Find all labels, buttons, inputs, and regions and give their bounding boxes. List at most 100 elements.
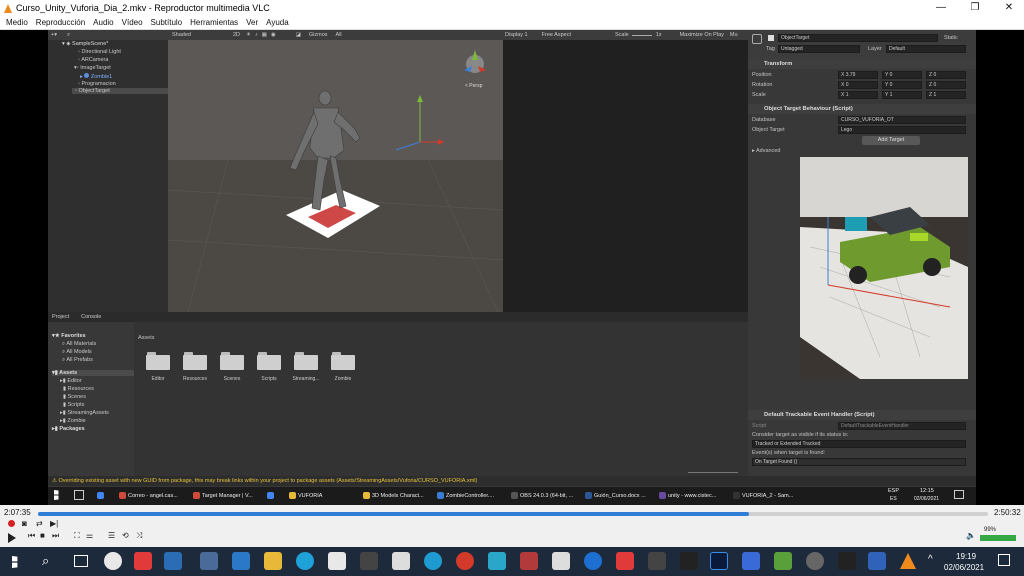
- effects-icon[interactable]: ▦: [262, 32, 267, 38]
- folder-icon[interactable]: [294, 352, 318, 370]
- inner-taskbar-item[interactable]: Guión_Curso.docx ...: [584, 488, 658, 504]
- inner-taskbar-item[interactable]: unity - www.cistec...: [658, 488, 732, 504]
- taskbar-date[interactable]: 02/06/2021: [944, 563, 984, 572]
- active-checkbox[interactable]: [768, 35, 774, 41]
- menu-audio[interactable]: Audio: [93, 18, 113, 27]
- favorites-header[interactable]: ▾★ Favorites: [52, 333, 86, 339]
- on-target-found-event[interactable]: On Target Found (): [752, 458, 966, 466]
- scale-slider[interactable]: [631, 34, 652, 36]
- app-icon[interactable]: [164, 552, 182, 570]
- vlc-taskbar-icon[interactable]: [900, 553, 916, 569]
- advanced-foldout[interactable]: ▸ Advanced: [752, 148, 780, 154]
- status-dropdown[interactable]: Tracked or Extended Tracked: [752, 440, 966, 448]
- mode-2d-toggle[interactable]: 2D: [233, 32, 240, 38]
- app-icon[interactable]: [328, 552, 346, 570]
- position-x[interactable]: X 3.79: [838, 71, 878, 79]
- extended-settings-button[interactable]: ⚌: [86, 531, 93, 540]
- asset-tree-item[interactable]: ▸▮ StreamingAssets: [60, 410, 109, 416]
- hierarchy-item[interactable]: ▾◦ ImageTarget: [74, 65, 111, 71]
- inner-taskbar-item[interactable]: OBS 24.0.3 (64-bit, ...: [510, 488, 584, 504]
- frame-step-button[interactable]: ▶|: [50, 519, 58, 528]
- app-icon[interactable]: [742, 552, 760, 570]
- layer-dropdown[interactable]: Default: [886, 45, 966, 53]
- transform-header[interactable]: Transform: [748, 59, 976, 69]
- favorite-item[interactable]: ⌕ All Models: [62, 349, 92, 356]
- folder-icon[interactable]: [183, 352, 207, 370]
- folder-label[interactable]: Resources: [175, 376, 215, 382]
- rotation-z[interactable]: Z 0: [926, 81, 966, 89]
- shuffle-button[interactable]: ⤨: [136, 531, 142, 541]
- snapshot-button[interactable]: ◙: [22, 519, 27, 528]
- tab-console[interactable]: Console: [81, 314, 101, 320]
- asset-tree-item[interactable]: ▸▮ Zombie: [60, 418, 86, 424]
- tray-chevron-icon[interactable]: ^: [928, 554, 933, 565]
- scene-view[interactable]: Shaded 2D ☀ ♪ ▦ ◉ ◪ Gizmos All < Persp: [168, 30, 503, 312]
- app-icon[interactable]: [868, 552, 886, 570]
- app-icon[interactable]: [680, 552, 698, 570]
- folder-label[interactable]: Streaming...: [286, 376, 326, 382]
- volume-icon[interactable]: 🔈: [966, 531, 976, 540]
- app-icon[interactable]: [488, 552, 506, 570]
- hierarchy-item[interactable]: ◦ Directional Light: [78, 49, 121, 55]
- folder-label[interactable]: Zombie: [323, 376, 363, 382]
- stop-button[interactable]: ■: [40, 531, 45, 540]
- shading-dropdown[interactable]: Shaded: [172, 32, 191, 38]
- asset-tree-item[interactable]: ▮ Scripts: [60, 402, 84, 408]
- inner-taskbar-item[interactable]: Target Manager | V...: [192, 488, 266, 504]
- menu-reproduccion[interactable]: Reproducción: [36, 18, 85, 27]
- calculator-icon[interactable]: [200, 552, 218, 570]
- app-icon[interactable]: [648, 552, 666, 570]
- start-icon[interactable]: [12, 556, 18, 568]
- zoom-slider[interactable]: [688, 472, 738, 473]
- folder-label[interactable]: Editor: [138, 376, 178, 382]
- app-icon[interactable]: [456, 552, 474, 570]
- ab-loop-button[interactable]: ⇄: [36, 519, 43, 528]
- search-icon[interactable]: ⌕: [67, 32, 70, 39]
- inner-taskbar-item[interactable]: VUFORIA: [288, 488, 362, 504]
- inner-taskbar-item[interactable]: [96, 488, 118, 504]
- search-icon[interactable]: ⌕: [42, 553, 49, 569]
- app-icon[interactable]: [520, 552, 538, 570]
- menu-video[interactable]: Vídeo: [122, 18, 143, 27]
- asset-tree-item[interactable]: ▮ Resources: [60, 386, 94, 392]
- game-view[interactable]: Display 1 Free Aspect Scale 1x Maximize …: [503, 30, 748, 312]
- app-icon[interactable]: [360, 552, 378, 570]
- gizmos-dropdown[interactable]: Gizmos: [309, 32, 328, 38]
- packages-header[interactable]: ▸▮ Packages: [52, 426, 85, 432]
- default-trackable-event-handler-header[interactable]: Default Trackable Event Handler (Script): [748, 410, 976, 420]
- seek-bar[interactable]: [38, 512, 988, 516]
- elapsed-time[interactable]: 2:07:35: [4, 508, 31, 517]
- photoshop-icon[interactable]: [710, 552, 728, 570]
- unity-status-bar[interactable]: ⚠ Overriding existing asset with new GUI…: [48, 476, 976, 486]
- file-explorer-icon[interactable]: [264, 552, 282, 570]
- task-view-icon[interactable]: [74, 490, 84, 500]
- close-button[interactable]: ✕: [994, 0, 1024, 16]
- app-icon[interactable]: [616, 552, 634, 570]
- hierarchy-item-zombie[interactable]: ▸ Zombie1: [80, 73, 112, 80]
- folder-icon[interactable]: [146, 352, 170, 370]
- favorite-item[interactable]: ⌕ All Materials: [62, 341, 96, 348]
- camera-icon[interactable]: ◪: [296, 32, 301, 38]
- obs-icon[interactable]: [806, 552, 824, 570]
- inner-taskbar-item[interactable]: 3D Models Charact...: [362, 488, 436, 504]
- play-button[interactable]: [8, 533, 16, 543]
- asset-tree-item[interactable]: ▸▮ Editor: [60, 378, 82, 384]
- volume-slider[interactable]: [980, 535, 1016, 541]
- previous-button[interactable]: ⏮: [28, 531, 35, 541]
- loop-button[interactable]: ⟲: [122, 531, 129, 540]
- tag-dropdown[interactable]: Untagged: [778, 45, 860, 53]
- menu-ver[interactable]: Ver: [246, 18, 258, 27]
- display-dropdown[interactable]: Display 1: [505, 32, 528, 38]
- inner-lang[interactable]: ESP: [888, 488, 899, 494]
- fullscreen-button[interactable]: ⛶: [74, 531, 80, 541]
- folder-icon[interactable]: [331, 352, 355, 370]
- scene-root[interactable]: ▾ ◈ SampleScene*: [62, 41, 108, 47]
- inner-taskbar-item[interactable]: Correo - angel.cas...: [118, 488, 192, 504]
- add-icon[interactable]: +▾: [51, 32, 57, 38]
- position-y[interactable]: Y 0: [882, 71, 922, 79]
- asset-breadcrumb[interactable]: Assets: [138, 335, 155, 341]
- favorite-item[interactable]: ⌕ All Prefabs: [62, 357, 93, 364]
- asset-tree-item[interactable]: ▮ Scenes: [60, 394, 86, 400]
- next-button[interactable]: ⏭: [52, 531, 59, 541]
- windows-start-icon[interactable]: [54, 490, 59, 500]
